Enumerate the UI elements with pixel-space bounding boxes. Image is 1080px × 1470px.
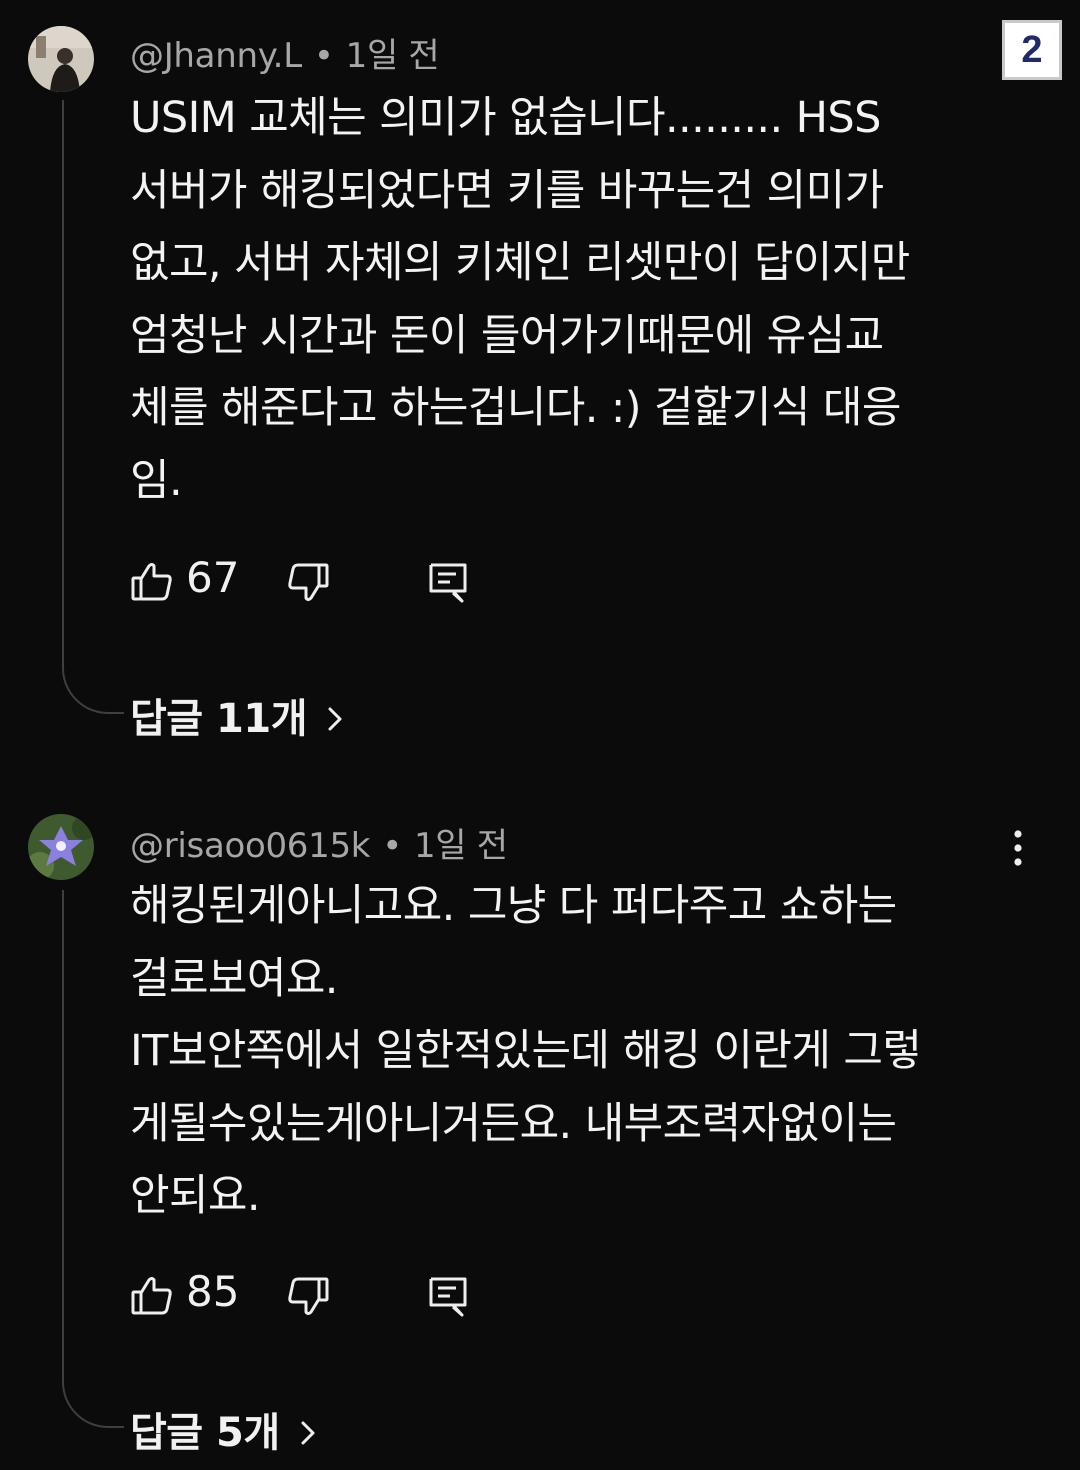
avatar[interactable] bbox=[28, 26, 94, 92]
like-count: 67 bbox=[186, 553, 240, 602]
comment-line: 서버가 해킹되었다면 키를 바꾸는건 의미가 bbox=[130, 165, 884, 216]
separator-dot: • bbox=[382, 826, 402, 866]
thread-line bbox=[62, 100, 124, 714]
replies-label: 답글 11개 bbox=[130, 696, 308, 742]
page-number-badge: 2 bbox=[1002, 20, 1062, 80]
comment-line: 해킹된게아니고요. 그냥 다 퍼다주고 쇼하는 bbox=[130, 881, 897, 931]
comment-actions: 85 bbox=[130, 1267, 530, 1320]
comment-meta: @Jhanny.L • 1일 전 bbox=[130, 28, 440, 77]
comment-line: 없고, 서버 자체의 키체인 리셋만이 답이지만 bbox=[130, 238, 910, 288]
view-replies-button[interactable]: 답글 5개 bbox=[130, 1400, 322, 1458]
comment-line: USIM 교체는 의미가 없습니다......... HSS bbox=[130, 93, 881, 143]
comment-line: 엄청난 시간과 돈이 들어가기때문에 유심교 bbox=[130, 310, 884, 361]
author-handle[interactable]: @risaoo0615k bbox=[130, 826, 371, 866]
comment-icon[interactable] bbox=[426, 560, 470, 604]
thumb-down-icon[interactable] bbox=[286, 1274, 330, 1318]
comment-text: USIM 교체는 의미가 없습니다......... HSS 서버가 해킹되었다… bbox=[130, 82, 1010, 517]
comment-text: 해킹된게아니고요. 그냥 다 퍼다주고 쇼하는 걸로보여요. IT보안쪽에서 일… bbox=[130, 870, 1010, 1233]
comment-line: 걸로보여요. bbox=[130, 953, 338, 1004]
timestamp: 1일 전 bbox=[413, 826, 508, 866]
view-replies-button[interactable]: 답글 11개 bbox=[130, 686, 349, 744]
comment-line: IT보안쪽에서 일한적있는데 해킹 이란게 그렇 bbox=[130, 1026, 922, 1076]
like-count: 85 bbox=[186, 1267, 240, 1316]
timestamp: 1일 전 bbox=[345, 36, 440, 76]
thumb-up-icon[interactable] bbox=[130, 1274, 174, 1318]
comment-icon[interactable] bbox=[426, 1274, 470, 1318]
replies-label: 답글 5개 bbox=[130, 1410, 280, 1456]
thread-line bbox=[62, 890, 124, 1428]
chevron-right-icon bbox=[328, 707, 342, 731]
comment-meta: @risaoo0615k • 1일 전 bbox=[130, 818, 508, 867]
more-vert-icon[interactable] bbox=[1004, 826, 1032, 870]
thumb-up-icon[interactable] bbox=[130, 560, 174, 604]
avatar[interactable] bbox=[28, 814, 94, 880]
comment-line: 체를 해준다고 하는겁니다. :) 겉핥기식 대응 bbox=[130, 383, 901, 433]
chevron-right-icon bbox=[301, 1421, 315, 1445]
comment-line: 안되요. bbox=[130, 1171, 261, 1221]
thumb-down-icon[interactable] bbox=[286, 560, 330, 604]
separator-dot: • bbox=[313, 36, 334, 76]
author-handle[interactable]: @Jhanny.L bbox=[130, 36, 302, 76]
comment-actions: 67 bbox=[130, 553, 530, 606]
comment-line: 게될수있는게아니거든요. 내부조력자없이는 bbox=[130, 1098, 897, 1149]
comment-line: 임. bbox=[130, 455, 183, 506]
